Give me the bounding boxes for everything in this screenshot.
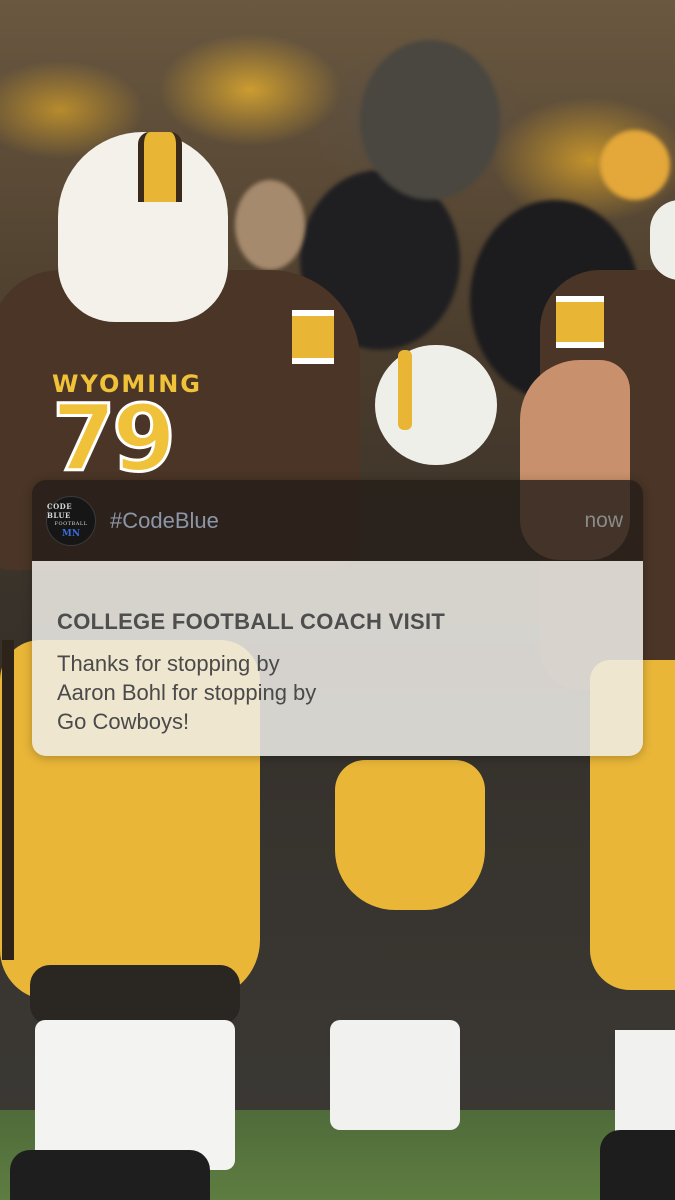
right-player-sleeve-stripe	[556, 296, 604, 348]
notification-body-line: Go Cowboys!	[57, 709, 190, 734]
jersey-number: 79	[50, 384, 177, 494]
left-player-pants-stripe	[2, 640, 14, 960]
notification-body: COLLEGE FOOTBALL COACH VISIT Thanks for …	[32, 561, 643, 756]
notification-body-line: Aaron Bohl for stopping by	[57, 680, 317, 705]
notification-app-name: #CodeBlue	[110, 507, 219, 533]
middle-player-pants	[335, 760, 485, 910]
middle-player-helmet	[375, 345, 497, 465]
notification-header: CODE BLUE FOOTBALL MN #CodeBlue now	[32, 480, 643, 561]
left-player-knee-brace	[30, 965, 240, 1025]
crowd-person	[235, 180, 305, 270]
right-player-cleat	[600, 1130, 675, 1200]
app-logo-line1: CODE BLUE	[47, 502, 73, 520]
middle-player-helmet-stripe	[398, 350, 412, 430]
notification-title: COLLEGE FOOTBALL COACH VISIT	[57, 609, 446, 634]
notification-time: now	[584, 508, 623, 532]
left-player-cleat	[10, 1150, 210, 1200]
middle-player-sock	[330, 1020, 460, 1130]
app-logo-line2: FOOTBALL	[54, 521, 88, 527]
app-logo-line3: MN	[61, 529, 81, 539]
notification-body-line: Thanks for stopping by	[57, 651, 280, 676]
right-player-sock	[615, 1030, 675, 1140]
left-player-helmet-stripe	[138, 132, 182, 202]
crowd-hat	[600, 130, 670, 200]
left-player-sleeve-stripe	[292, 310, 334, 364]
left-player-sock	[35, 1020, 235, 1170]
crowd-person	[360, 40, 500, 200]
app-logo-icon: CODE BLUE FOOTBALL MN	[46, 495, 96, 546]
notification-banner[interactable]: CODE BLUE FOOTBALL MN #CodeBlue now COLL…	[32, 480, 643, 756]
right-player-helmet	[650, 200, 675, 280]
